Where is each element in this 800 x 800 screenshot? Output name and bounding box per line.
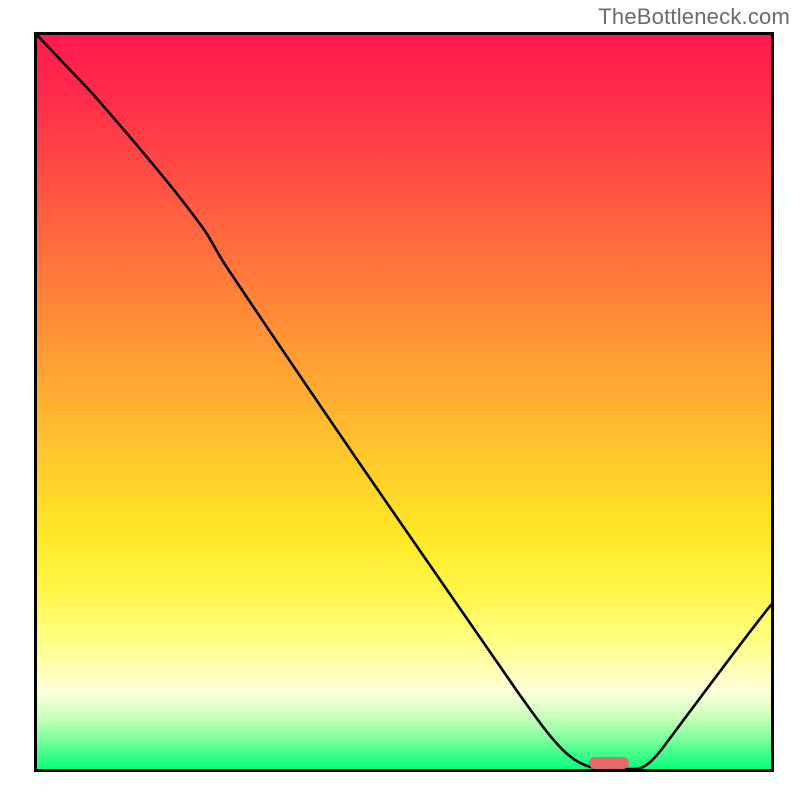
bottleneck-curve — [37, 35, 771, 769]
plot-area — [34, 32, 774, 772]
curve-path — [37, 35, 771, 769]
optimal-pill — [589, 757, 629, 769]
watermark: TheBottleneck.com — [598, 4, 790, 30]
figure-wrap: TheBottleneck.com — [0, 0, 800, 800]
